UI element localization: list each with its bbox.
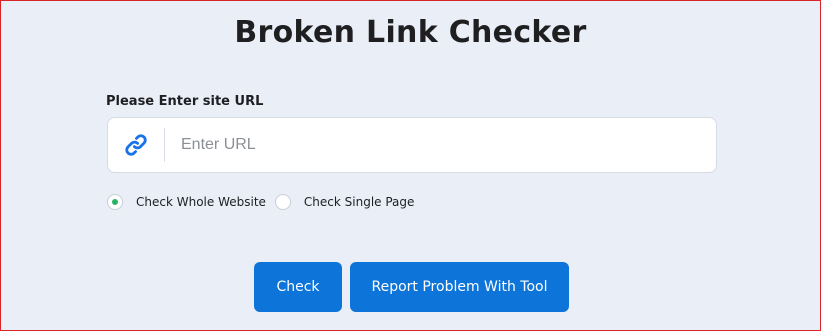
url-field-label: Please Enter site URL: [106, 94, 264, 109]
check-button[interactable]: Check: [254, 262, 342, 312]
page-title: Broken Link Checker: [234, 15, 587, 50]
url-input[interactable]: [165, 118, 716, 172]
radio-check-whole-website[interactable]: Check Whole Website: [107, 194, 266, 210]
url-field[interactable]: [107, 117, 717, 173]
check-mode-options: Check Whole Website Check Single Page: [107, 194, 414, 210]
radio-button-selected[interactable]: [107, 194, 123, 210]
radio-label-whole-website: Check Whole Website: [136, 195, 266, 209]
radio-dot: [112, 199, 118, 205]
radio-label-single-page: Check Single Page: [303, 195, 415, 209]
page-frame: Broken Link Checker Please Enter site UR…: [0, 0, 821, 331]
link-icon: [108, 118, 164, 172]
radio-button-unselected[interactable]: [274, 194, 291, 210]
radio-check-single-page[interactable]: Check Single Page: [274, 194, 415, 210]
report-problem-button[interactable]: Report Problem With Tool: [350, 262, 569, 312]
